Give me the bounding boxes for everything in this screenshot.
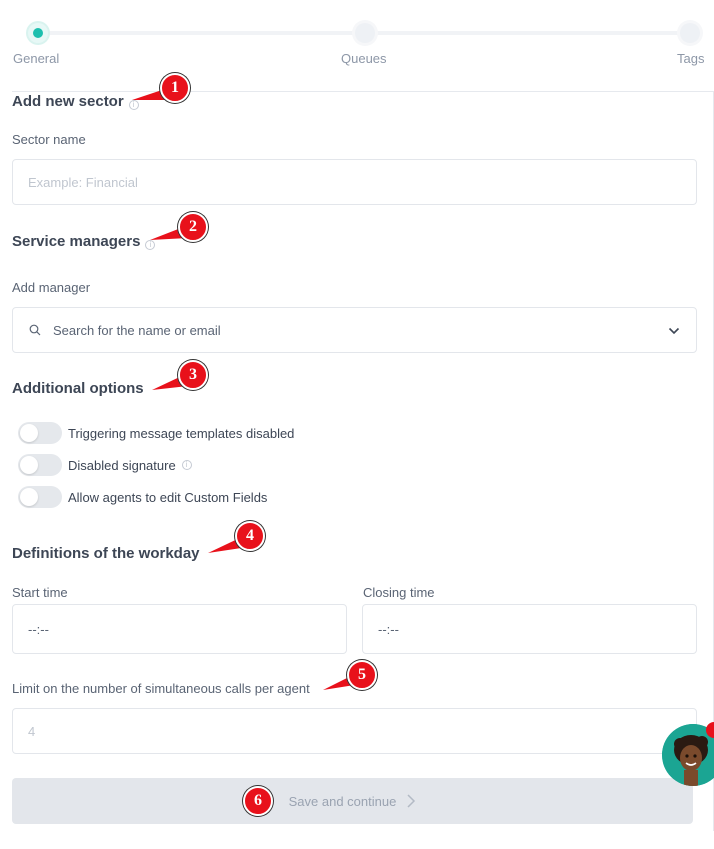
- save-button-label: Save and continue: [288, 793, 397, 809]
- start-time-value: --:--: [28, 621, 49, 637]
- step-queues-label[interactable]: Queues: [341, 51, 387, 66]
- limit-value: 4: [28, 723, 36, 739]
- save-and-continue-button[interactable]: Save and continue: [12, 778, 693, 824]
- manager-search-placeholder: Search for the name or email: [53, 322, 221, 338]
- chevron-right-icon: [407, 794, 416, 808]
- step-general-label[interactable]: General: [13, 51, 59, 66]
- sector-name-placeholder: Example: Financial: [28, 174, 138, 190]
- search-icon: [29, 324, 41, 336]
- stepper: General Queues Tags: [0, 0, 714, 80]
- callout-marker-5: 5: [347, 660, 377, 690]
- info-icon[interactable]: i: [181, 460, 192, 470]
- toggle-row-signature: Disabled signature i: [18, 454, 192, 476]
- signature-toggle-label: Disabled signature: [68, 457, 176, 473]
- limit-label: Limit on the number of simultaneous call…: [12, 681, 310, 696]
- closing-time-label: Closing time: [363, 585, 435, 600]
- step-general-dot[interactable]: [28, 23, 48, 43]
- toggle-row-custom-fields: Allow agents to edit Custom Fields: [18, 486, 267, 508]
- step-tags-label[interactable]: Tags: [677, 51, 704, 66]
- step-queues-dot[interactable]: [355, 23, 375, 43]
- manager-search-select[interactable]: Search for the name or email: [12, 307, 697, 353]
- add-manager-label: Add manager: [12, 280, 91, 295]
- sector-name-input[interactable]: Example: Financial: [12, 159, 697, 205]
- options-heading: Additional options: [12, 380, 144, 397]
- workday-heading: Definitions of the workday: [12, 545, 200, 562]
- custom-fields-toggle[interactable]: [18, 486, 62, 508]
- closing-time-value: --:--: [378, 621, 399, 637]
- templates-toggle-label: Triggering message templates disabled: [68, 425, 295, 441]
- callout-marker-6: 6: [243, 786, 273, 816]
- signature-toggle[interactable]: [18, 454, 62, 476]
- callout-marker-3: 3: [178, 360, 208, 390]
- sector-name-label: Sector name: [12, 132, 86, 147]
- limit-input[interactable]: 4: [12, 708, 697, 754]
- start-time-input[interactable]: --:--: [12, 604, 347, 654]
- templates-toggle[interactable]: [18, 422, 62, 444]
- callout-marker-2: 2: [178, 212, 208, 242]
- managers-heading-text: Service managers: [12, 233, 141, 250]
- toggle-row-templates: Triggering message templates disabled: [18, 422, 294, 444]
- custom-fields-toggle-label: Allow agents to edit Custom Fields: [68, 489, 268, 505]
- step-tags-dot[interactable]: [680, 23, 700, 43]
- callout-marker-4: 4: [235, 521, 265, 551]
- closing-time-input[interactable]: --:--: [362, 604, 697, 654]
- start-time-label: Start time: [12, 585, 68, 600]
- sector-heading-text: Add new sector: [12, 93, 124, 110]
- managers-heading: Service managers i: [12, 233, 156, 250]
- callout-marker-1: 1: [160, 73, 190, 103]
- chevron-down-icon[interactable]: [668, 325, 680, 337]
